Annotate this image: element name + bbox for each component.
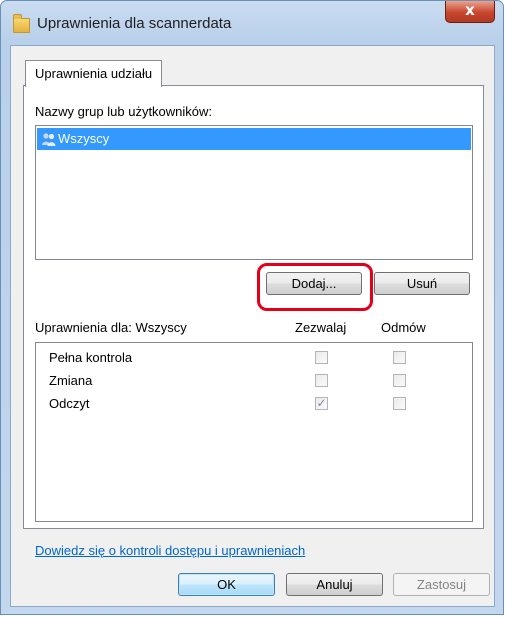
list-item-label: Wszyscy xyxy=(58,131,110,146)
users-icon xyxy=(42,133,56,146)
cancel-button[interactable]: Anuluj xyxy=(286,573,383,596)
allow-checkbox-read[interactable]: ✓ xyxy=(315,397,328,410)
dialog-window: Uprawnienia dla scannerdata x Uprawnieni… xyxy=(0,0,504,615)
close-button[interactable]: x xyxy=(445,1,495,23)
permission-row-read: Odczyt ✓ xyxy=(36,393,472,415)
list-item-everyone[interactable]: Wszyscy xyxy=(37,128,471,150)
title-bar[interactable]: Uprawnienia dla scannerdata x xyxy=(1,1,503,45)
remove-button[interactable]: Usuń xyxy=(374,272,470,295)
permission-row-change: Zmiana xyxy=(36,370,472,392)
groups-listbox[interactable]: Wszyscy xyxy=(35,125,473,260)
ok-button[interactable]: OK xyxy=(178,573,275,596)
allow-checkbox-change[interactable] xyxy=(315,374,328,387)
tab-panel: Nazwy grup lub użytkowników: Wszyscy Dod… xyxy=(23,85,484,558)
deny-column-header: Odmów xyxy=(381,320,426,335)
deny-checkbox-read[interactable] xyxy=(393,397,406,410)
allow-column-header: Zezwalaj xyxy=(295,320,347,335)
deny-checkbox-full-control[interactable] xyxy=(393,351,406,364)
deny-checkbox-change[interactable] xyxy=(393,374,406,387)
allow-checkbox-full-control[interactable] xyxy=(315,351,328,364)
groups-label: Nazwy grup lub użytkowników: xyxy=(35,104,213,119)
tab-share-permissions[interactable]: Uprawnienia udziału xyxy=(25,60,163,87)
window-title: Uprawnienia dla scannerdata xyxy=(37,15,232,32)
folder-icon xyxy=(13,14,30,33)
help-link[interactable]: Dowiedz się o kontroli dostępu i uprawni… xyxy=(35,543,305,558)
permission-name: Zmiana xyxy=(49,373,93,388)
apply-button[interactable]: Zastosuj xyxy=(393,573,490,596)
dialog-client-area: Uprawnienia udziału Nazwy grup lub użytk… xyxy=(10,45,495,607)
permissions-list: Pełna kontrola Zmiana Odczyt ✓ xyxy=(35,342,473,522)
highlight-annotation xyxy=(257,263,373,311)
permission-row-full-control: Pełna kontrola xyxy=(36,347,472,369)
permission-name: Odczyt xyxy=(49,396,90,411)
permissions-for-label: Uprawnienia dla: Wszyscy xyxy=(35,320,187,335)
permission-name: Pełna kontrola xyxy=(49,350,133,365)
